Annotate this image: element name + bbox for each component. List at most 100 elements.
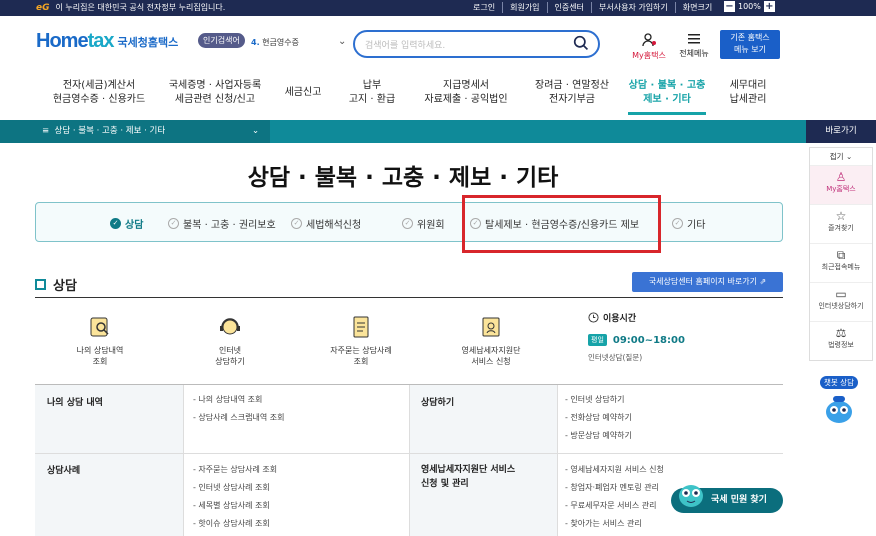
chatbot-label: 챗봇 상담: [820, 376, 858, 389]
logo-org-text: 국세청홈택스: [117, 36, 179, 49]
nav-incentive[interactable]: 장려금 · 연말정산전자기부금: [522, 79, 622, 107]
chevron-down-icon[interactable]: ⌄: [338, 36, 346, 47]
legacy-menu-button[interactable]: 기존 홈택스 메뉴 보기: [720, 30, 780, 59]
chatbot-button[interactable]: 챗봇 상담: [816, 376, 862, 426]
popular-value: 현금영수증: [262, 38, 299, 47]
user-icon: ♙: [835, 170, 847, 184]
col-divider: [183, 385, 184, 536]
nav-statement[interactable]: 지급명세서 자료제출 · 공익법인: [416, 79, 516, 107]
table-link[interactable]: - 창업자·폐업자 멘토링 관리: [565, 479, 664, 497]
gov-top-bar: eG 이 누리집은 대한민국 공식 전자정부 누리집입니다. 로그인 회원가입 …: [0, 0, 876, 16]
zoom-value: 100%: [738, 2, 761, 11]
table-link[interactable]: - 무료세무자문 서비스 관리: [565, 497, 664, 515]
section-divider: [35, 297, 783, 298]
login-link[interactable]: 로그인: [466, 2, 502, 13]
quick-small-taxpayer-support[interactable]: 영세납세자지원단 서비스 신청: [446, 315, 536, 367]
monitor-icon: ▭: [835, 287, 847, 301]
tab-appeal[interactable]: ✓ 불복 · 고충 · 권리보호: [168, 216, 276, 231]
col-divider: [557, 385, 558, 536]
hometax-logo[interactable]: Hometax 국세청홈택스: [36, 30, 178, 53]
nav-label: 장려금 · 연말정산: [535, 80, 609, 91]
nav-label: 전자기부금: [549, 94, 595, 105]
table-link[interactable]: - 자주묻는 상담사례 조회: [193, 461, 277, 479]
ext-button-label: 국세상담센터 홈페이지 바로가기: [648, 277, 757, 286]
zoom-in-button[interactable]: +: [763, 1, 775, 12]
quick-faq-cases[interactable]: 자주묻는 상담사례 조회: [316, 315, 406, 367]
nav-active-indicator: [628, 112, 706, 115]
rail-law-info[interactable]: ⚖ 법령정보: [810, 322, 872, 361]
nav-tax-filing[interactable]: 세금신고: [278, 86, 328, 100]
table-link[interactable]: - 인터넷 상담사례 조회: [193, 479, 277, 497]
table-link[interactable]: - 인터넷 상담하기: [565, 391, 632, 409]
breadcrumb[interactable]: ≡ 상담 · 불복 · 고충 · 제보 · 기타 ⌄: [0, 120, 270, 143]
faq-document-icon: [353, 316, 369, 338]
quick-label: 자주묻는 상담사례: [330, 346, 392, 355]
tax-service-finder-button[interactable]: 국세 민원 찾기: [671, 485, 783, 513]
nav-label: 상담 · 불복 · 고충: [628, 80, 706, 91]
gov-logo: eG: [36, 2, 50, 13]
dept-user-signup-link[interactable]: 부서사용자 가입하기: [591, 2, 675, 13]
rail-favorites[interactable]: ☆ 즐겨찾기: [810, 205, 872, 244]
check-icon: ✓: [168, 218, 179, 229]
table-link[interactable]: - 상담사례 스크랩내역 조회: [193, 409, 284, 427]
application-icon: [482, 317, 500, 337]
all-menu-label: 전체메뉴: [679, 49, 709, 58]
nav-label: 제보 · 기타: [643, 94, 691, 105]
table-head-cases: 상담사례: [47, 466, 81, 476]
page-title: 상담 · 불복 · 고충 · 제보 · 기타: [247, 165, 559, 191]
tab-ruling[interactable]: ✓ 세법해석신청: [291, 216, 361, 231]
check-icon: ✓: [110, 218, 121, 229]
my-hometax-button[interactable]: My홈택스: [629, 32, 669, 61]
rail-recent-menu[interactable]: ⧉ 최근접속메뉴: [810, 244, 872, 283]
nav-payment[interactable]: 납부 고지 · 환급: [342, 79, 402, 107]
popular-rank: 4.: [251, 38, 260, 47]
table-link[interactable]: - 세목별 상담사례 조회: [193, 497, 277, 515]
zoom-out-button[interactable]: −: [724, 1, 735, 12]
quick-my-history[interactable]: 나의 상담내역 조회: [60, 315, 140, 367]
rail-my-hometax[interactable]: ♙ My홈택스: [810, 166, 872, 205]
gov-notice-text[interactable]: 이 누리집은 대한민국 공식 전자정부 누리집입니다.: [56, 2, 226, 13]
rail-label: 법령정보: [828, 341, 854, 349]
nav-certificate[interactable]: 국세증명 · 사업자등록 세금관련 신청/신고: [160, 79, 270, 107]
chevron-down-icon[interactable]: ⌄: [252, 120, 259, 143]
logo-home-text: Home: [36, 30, 89, 52]
nav-label: 지급명세서: [443, 80, 489, 91]
nav-label: 세금신고: [284, 87, 322, 98]
table-link[interactable]: - 전화상담 예약하기: [565, 409, 632, 427]
tab-committee[interactable]: ✓ 위원회: [402, 216, 445, 231]
quick-label: 상담하기: [215, 357, 245, 366]
quick-internet-consult[interactable]: 인터넷 상담하기: [190, 315, 270, 367]
rail-internet-consult[interactable]: ▭ 인터넷상담하기: [810, 283, 872, 322]
nav-label: 현금영수증 · 신용카드: [52, 94, 146, 105]
nav-consult[interactable]: 상담 · 불복 · 고충제보 · 기타: [626, 79, 708, 107]
fold-label: 접기: [829, 152, 844, 161]
table-head-support: 영세납세자지원단 서비스 신청 및 관리: [421, 463, 515, 491]
consult-center-link-button[interactable]: 국세상담센터 홈페이지 바로가기 ⇗: [632, 272, 783, 292]
table-link[interactable]: - 나의 상담내역 조회: [193, 391, 284, 409]
float-button-label: 국세 민원 찾기: [711, 495, 767, 505]
table-list: - 인터넷 상담하기 - 전화상담 예약하기 - 방문상담 예약하기: [565, 391, 632, 445]
popular-search-item[interactable]: 4. 현금영수증: [251, 37, 299, 48]
nav-tax-agent[interactable]: 세무대리 납세관리: [718, 79, 778, 107]
category-tabs: ✓ 상담 ✓ 불복 · 고충 · 권리보호 ✓ 세법해석신청 ✓ 위원회 ✓ 탈세제보 ·…: [35, 202, 783, 242]
cert-center-link[interactable]: 인증센터: [546, 2, 591, 13]
fold-button[interactable]: 접기 ⌄: [810, 148, 872, 166]
all-menu-button[interactable]: 전체메뉴: [674, 32, 714, 59]
mascot-icon: [679, 485, 703, 507]
tab-label: 세법해석신청: [306, 220, 362, 231]
hamburger-icon: [688, 34, 700, 44]
search-icon[interactable]: [573, 35, 590, 52]
nav-e-invoice[interactable]: 전자(세금)계산서 현금영수증 · 신용카드: [44, 79, 154, 107]
table-link[interactable]: - 찾아가는 서비스 관리: [565, 515, 664, 533]
signup-link[interactable]: 회원가입: [502, 2, 546, 13]
nav-label: 국세증명 · 사업자등록: [168, 80, 262, 91]
tab-consult[interactable]: ✓ 상담: [110, 216, 143, 231]
table-link[interactable]: - 영세납세자지원 서비스 신청: [565, 461, 664, 479]
table-link[interactable]: - 핫이슈 상담사례 조회: [193, 515, 277, 533]
nav-label: 고지 · 환급: [348, 94, 396, 105]
tab-label: 기타: [687, 220, 706, 231]
tab-etc[interactable]: ✓ 기타: [672, 216, 705, 231]
table-link[interactable]: - 방문상담 예약하기: [565, 427, 632, 445]
quick-links-box: 접기 ⌄ ♙ My홈택스 ☆ 즐겨찾기 ⧉ 최근접속메뉴 ▭ 인터넷상담하기 ⚖ 법령정보: [809, 147, 873, 361]
search-input[interactable]: 검색어를 입력하세요.: [353, 30, 600, 58]
